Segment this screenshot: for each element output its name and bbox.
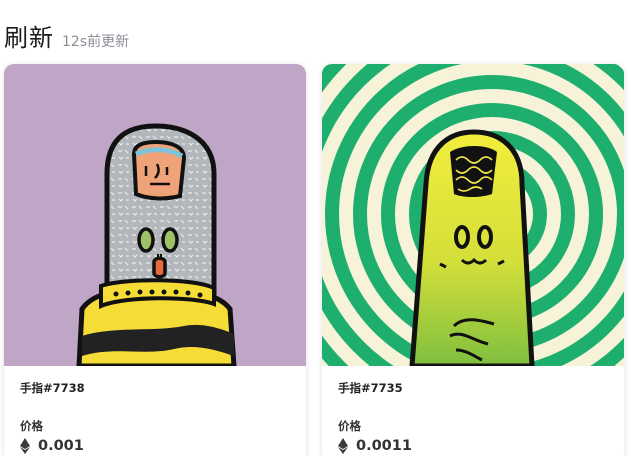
nft-name: 手指#7738 [20, 381, 85, 395]
nft-card[interactable]: 手指#7738 价格 0.001 [4, 64, 306, 456]
ethereum-icon [20, 438, 30, 454]
finger-artwork-gray [4, 64, 306, 366]
nft-image[interactable] [4, 64, 306, 366]
nft-card[interactable]: 手指#7735 价格 0.0011 [322, 64, 624, 456]
nft-grid: 手指#7738 价格 0.001 手指#7735 价格 0.0011 [4, 64, 631, 456]
nft-listing-page: 刷新 12s前更新 手指#7738 价格 0.001 手指#7735 价格 0.… [0, 0, 631, 456]
header: 刷新 12s前更新 [4, 18, 129, 53]
price-label: 价格 [20, 419, 43, 433]
nft-image[interactable] [322, 64, 624, 366]
price-label: 价格 [338, 419, 361, 433]
price-row: 0.0011 [338, 438, 608, 454]
price-value: 0.0011 [356, 438, 412, 454]
refresh-title[interactable]: 刷新 [4, 18, 54, 53]
price-row: 0.001 [20, 438, 290, 454]
nft-name: 手指#7735 [338, 381, 403, 395]
ethereum-icon [338, 438, 348, 454]
price-value: 0.001 [38, 438, 84, 454]
finger-artwork-spiral [322, 64, 624, 366]
card-info: 手指#7738 价格 0.001 [4, 366, 306, 456]
card-info: 手指#7735 价格 0.0011 [322, 366, 624, 456]
last-updated-label: 12s前更新 [62, 34, 130, 50]
